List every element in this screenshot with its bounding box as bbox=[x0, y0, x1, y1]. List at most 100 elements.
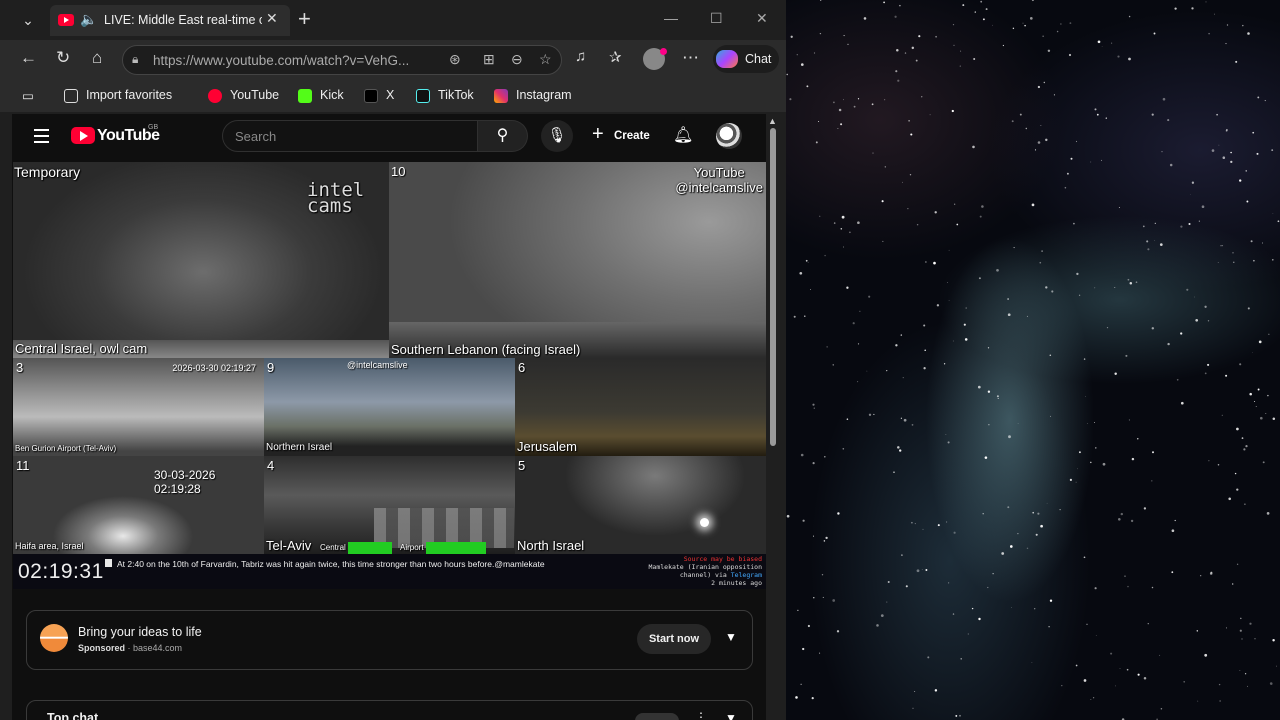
browser-window: ⌄ 🔈 LIVE: Middle East real-time camera ✕… bbox=[0, 0, 786, 720]
favorites-icon[interactable]: ✰ bbox=[609, 48, 622, 66]
start-now-button[interactable]: Start now bbox=[637, 624, 711, 654]
fav-instagram[interactable]: Instagram bbox=[494, 88, 572, 103]
chevron-down-icon[interactable]: ▼ bbox=[725, 711, 737, 720]
cam-number: 5 bbox=[518, 458, 526, 473]
chat-label[interactable]: Chat bbox=[745, 52, 771, 66]
refresh-icon[interactable]: ↻ bbox=[56, 48, 70, 68]
scrollbar-thumb[interactable] bbox=[770, 128, 776, 446]
address-bar[interactable]: 🔒︎ https://www.youtube.com/watch?v=VehG.… bbox=[122, 45, 562, 75]
cam-location-label: Southern Lebanon (facing Israel) bbox=[391, 342, 581, 357]
source-note: Source may be biased Mamlekate (Iranian … bbox=[648, 555, 763, 587]
cam-north-israel: 5 North Israel bbox=[515, 456, 766, 554]
cam-haifa: 11 30-03-2026 02:19:28 Haifa area, Israe… bbox=[13, 456, 264, 554]
url-text[interactable]: https://www.youtube.com/watch?v=VehG... bbox=[153, 53, 423, 68]
new-tab-button[interactable]: + bbox=[298, 6, 311, 32]
minimize-icon[interactable]: — bbox=[664, 10, 678, 26]
intelcams-watermark: intel cams bbox=[307, 179, 365, 217]
search-icon: ⚲ bbox=[496, 127, 509, 144]
cam-location-label: Jerusalem bbox=[517, 439, 577, 454]
cam-ben-gurion: 3 2026-03-30 02:19:27 Ben Gurion Airport… bbox=[13, 358, 264, 456]
advertiser-logo[interactable] bbox=[40, 624, 68, 652]
tab-list-button[interactable]: ⌄ bbox=[14, 8, 42, 32]
plus-icon: + bbox=[592, 123, 604, 145]
close-window-icon[interactable]: ✕ bbox=[756, 10, 768, 27]
cam-number: 9 bbox=[267, 360, 275, 375]
more-options-icon[interactable]: ⋯ bbox=[682, 48, 699, 68]
app-available-icon[interactable]: ⊞ bbox=[483, 51, 495, 68]
maximize-icon[interactable]: ☐ bbox=[710, 10, 723, 27]
ticker-text: At 2:40 on the 10th of Farvardin, Tabriz… bbox=[117, 559, 545, 569]
favorites-sidebar-icon[interactable]: ▭ bbox=[22, 88, 34, 103]
cam-location-label: Northern Israel bbox=[266, 442, 333, 453]
fav-x[interactable]: X bbox=[364, 88, 394, 103]
cam-location-label: North Israel bbox=[517, 538, 585, 553]
kick-icon bbox=[298, 88, 312, 103]
zoom-icon[interactable]: ⊖ bbox=[511, 51, 523, 68]
more-options-icon[interactable]: ⋮ bbox=[695, 710, 707, 720]
green-overlay bbox=[348, 542, 392, 554]
youtube-favicon-icon bbox=[58, 14, 74, 26]
live-chat-panel: Top chat ⋮ ▼ bbox=[26, 700, 753, 720]
channel-handle: YouTube @intelcamslive bbox=[675, 165, 763, 195]
cam-northern-israel: 9 @intelcamslive Northern Israel bbox=[264, 358, 515, 456]
green-overlay bbox=[426, 542, 486, 554]
profile-notification-dot bbox=[660, 48, 667, 55]
guide-menu-icon[interactable] bbox=[34, 129, 49, 147]
video-player[interactable]: Temporary intel cams Central Israel, owl … bbox=[13, 162, 766, 589]
cam-location-label: Haifa area, Israel bbox=[15, 541, 84, 551]
cam-sublabel: Central bbox=[320, 543, 346, 552]
chat-title[interactable]: Top chat bbox=[47, 711, 98, 720]
voice-search-button[interactable]: 🎙︎ bbox=[541, 120, 573, 152]
favorite-star-icon[interactable]: ☆ bbox=[539, 51, 552, 68]
instagram-icon bbox=[494, 88, 508, 103]
back-icon[interactable]: ← bbox=[20, 48, 37, 68]
cam-number: 4 bbox=[267, 458, 275, 473]
sponsored-ad-card[interactable]: Bring your ideas to life Sponsored · bas… bbox=[26, 610, 753, 670]
country-code: GB bbox=[148, 124, 159, 131]
cam-sublabel: Airport bbox=[400, 543, 424, 552]
document-icon bbox=[105, 559, 112, 567]
site-info-icon[interactable]: 🔒︎ bbox=[132, 52, 138, 67]
tiktok-icon bbox=[416, 88, 430, 103]
cam-top-label: Temporary bbox=[14, 164, 81, 180]
search-input[interactable]: Search bbox=[222, 120, 478, 152]
light-flash bbox=[700, 518, 709, 527]
favorites-bar: ▭ Import favorites YouTube Kick X TikTok… bbox=[0, 80, 786, 112]
youtube-logo-icon[interactable] bbox=[71, 127, 95, 144]
chat-badge[interactable] bbox=[635, 713, 679, 720]
microphone-icon: 🎙︎ bbox=[547, 127, 567, 144]
tab-close-icon[interactable]: ✕ bbox=[266, 10, 278, 27]
active-tab[interactable]: 🔈 LIVE: Middle East real-time camera ✕ bbox=[50, 5, 290, 36]
cam-number: 3 bbox=[16, 360, 24, 375]
scroll-up-icon[interactable]: ▲ bbox=[768, 116, 777, 126]
cam-central-israel: Temporary intel cams Central Israel, owl … bbox=[13, 162, 389, 358]
create-button[interactable]: + Create bbox=[588, 120, 654, 152]
cam-southern-lebanon: 10 YouTube @intelcamslive Southern Lebano… bbox=[389, 162, 766, 358]
cam-tel-aviv: 4 Tel-Aviv Central Airport bbox=[264, 456, 515, 554]
fav-youtube[interactable]: YouTube bbox=[208, 88, 279, 103]
tab-bar: ⌄ 🔈 LIVE: Middle East real-time camera ✕… bbox=[0, 0, 786, 40]
copilot-page-icon[interactable]: ⊛ bbox=[449, 51, 461, 68]
ad-title[interactable]: Bring your ideas to life bbox=[78, 625, 202, 639]
cam-location-label: Central Israel, owl cam bbox=[15, 341, 148, 356]
import-icon bbox=[64, 88, 78, 103]
home-icon[interactable]: ⌂ bbox=[92, 48, 102, 68]
tab-title: LIVE: Middle East real-time camera bbox=[104, 13, 262, 27]
search-button[interactable]: ⚲ bbox=[478, 120, 528, 152]
copilot-icon[interactable] bbox=[716, 50, 738, 68]
media-control-icon[interactable]: ♫ bbox=[575, 48, 586, 65]
notifications-bell-icon[interactable]: 🔔︎ bbox=[673, 125, 693, 145]
fav-import-favorites[interactable]: Import favorites bbox=[64, 88, 172, 103]
cam-timestamp: 30-03-2026 02:19:28 bbox=[154, 468, 216, 496]
fav-tiktok[interactable]: TikTok bbox=[416, 88, 474, 103]
news-ticker: 02:19:31 At 2:40 on the 10th of Farvardi… bbox=[13, 554, 766, 589]
audio-playing-icon[interactable]: 🔈 bbox=[80, 11, 97, 28]
youtube-icon bbox=[208, 88, 222, 103]
fav-kick[interactable]: Kick bbox=[298, 88, 344, 103]
live-clock: 02:19:31 bbox=[18, 560, 104, 583]
cam-timestamp: 2026-03-30 02:19:27 bbox=[172, 363, 256, 373]
account-avatar[interactable] bbox=[716, 123, 742, 149]
chevron-down-icon[interactable]: ▼ bbox=[725, 630, 737, 644]
cam-number: 11 bbox=[16, 458, 30, 473]
create-label: Create bbox=[614, 130, 650, 142]
